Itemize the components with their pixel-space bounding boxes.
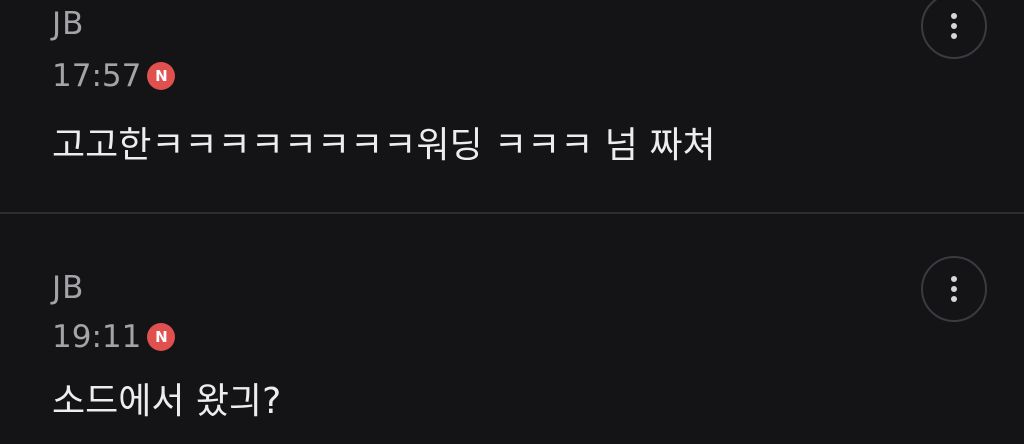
comment-item: JB 19:11 N 소드에서 왔긔? (0, 214, 1024, 444)
comment-meta: 17:57 N (52, 57, 176, 95)
more-options-button[interactable] (921, 256, 987, 322)
more-vertical-icon (951, 276, 957, 302)
comment-timestamp: 17:57 (52, 58, 142, 94)
comment-feed: JB 17:57 N 고고한ㅋㅋㅋㅋㅋㅋㅋㅋ워딩 ㅋㅋㅋ 넘 짜쳐 JB 19:… (0, 0, 1024, 444)
comment-item: JB 17:57 N 고고한ㅋㅋㅋㅋㅋㅋㅋㅋ워딩 ㅋㅋㅋ 넘 짜쳐 (0, 0, 1024, 212)
more-vertical-icon (951, 13, 957, 39)
comment-timestamp: 19:11 (52, 319, 142, 355)
new-badge: N (147, 62, 176, 90)
more-options-button[interactable] (921, 0, 987, 59)
comment-text: 소드에서 왔긔? (52, 381, 282, 422)
comment-text: 고고한ㅋㅋㅋㅋㅋㅋㅋㅋ워딩 ㅋㅋㅋ 넘 짜쳐 (52, 125, 716, 166)
comment-meta: 19:11 N (52, 318, 176, 356)
comment-author[interactable]: JB (52, 270, 84, 306)
comment-author[interactable]: JB (52, 6, 84, 42)
new-badge: N (147, 323, 176, 351)
